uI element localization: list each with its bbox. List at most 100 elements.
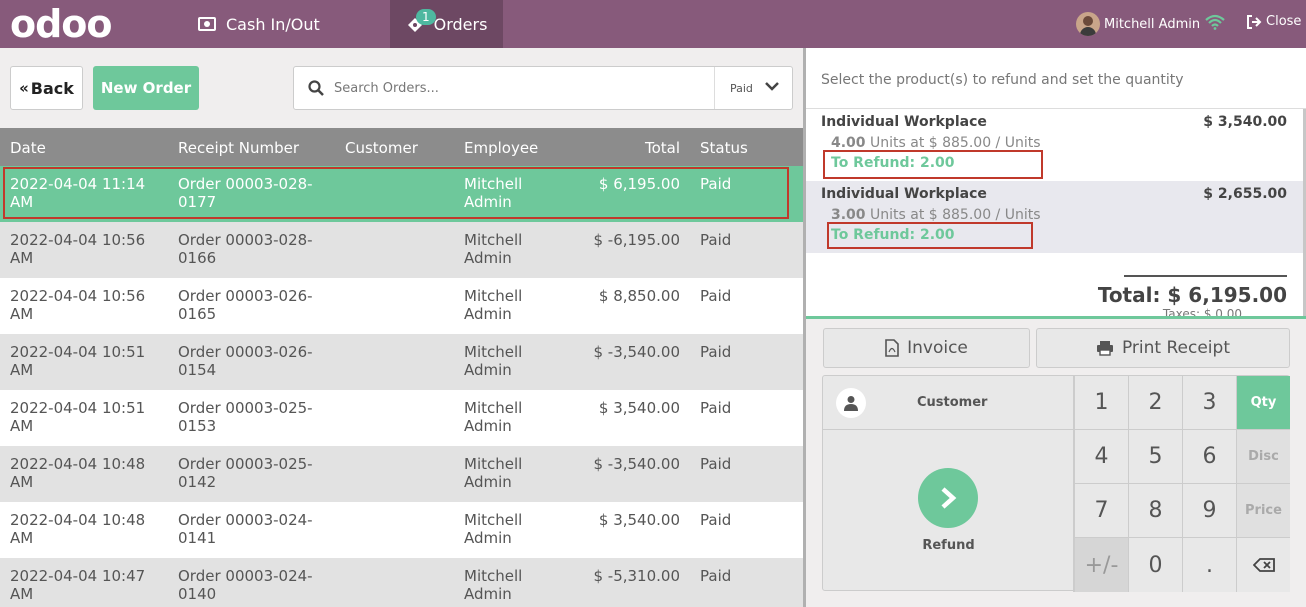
orderline[interactable]: Individual Workplace $ 3,540.00 4.00 Uni… bbox=[806, 109, 1303, 181]
printer-icon bbox=[1096, 340, 1114, 356]
user-name: Mitchell Admin bbox=[1104, 16, 1201, 32]
sign-out-icon bbox=[1246, 14, 1262, 29]
mode-disc-button[interactable]: Disc bbox=[1236, 430, 1290, 484]
orderline-unit-text: Units at $ 885.00 / Units bbox=[870, 135, 1041, 151]
row-employee: Mitchell Admin bbox=[464, 287, 523, 323]
refund-button[interactable]: Refund bbox=[823, 430, 1074, 592]
order-total: Total: $ 6,195.00 bbox=[1097, 283, 1287, 307]
money-icon bbox=[198, 17, 216, 31]
close-button[interactable]: Close bbox=[1246, 14, 1301, 29]
row-total: $ -3,540.00 bbox=[593, 455, 680, 473]
status-filter-select[interactable]: Paid bbox=[714, 67, 793, 109]
orderline-unit-text: Units at $ 885.00 / Units bbox=[870, 207, 1041, 223]
numpad-key-5[interactable]: 5 bbox=[1128, 430, 1182, 484]
wifi-icon bbox=[1205, 14, 1225, 34]
header-receipt: Receipt Number bbox=[178, 139, 300, 157]
status-filter-value: Paid bbox=[730, 81, 753, 95]
close-label: Close bbox=[1266, 14, 1302, 29]
orders-table: Date Receipt Number Customer Employee To… bbox=[0, 128, 803, 607]
numpad-key-9[interactable]: 9 bbox=[1182, 484, 1236, 538]
refund-pane: Select the product(s) to refund and set … bbox=[806, 48, 1306, 607]
header-customer: Customer bbox=[345, 139, 418, 157]
row-total: $ 3,540.00 bbox=[598, 511, 680, 529]
orderline-product: Individual Workplace bbox=[821, 114, 987, 130]
back-label: Back bbox=[30, 78, 74, 98]
header-employee: Employee bbox=[464, 139, 539, 157]
numpad-key-2[interactable]: 2 bbox=[1128, 376, 1182, 430]
numpad-key-3[interactable]: 3 bbox=[1182, 376, 1236, 430]
orderline-price: $ 2,655.00 bbox=[1203, 186, 1287, 202]
header-total: Total bbox=[644, 139, 680, 157]
row-employee: Mitchell Admin bbox=[464, 567, 523, 603]
mode-price-button[interactable]: Price bbox=[1236, 484, 1290, 538]
user-icon bbox=[836, 388, 866, 418]
table-row[interactable]: 2022-04-04 10:51 AM Order 00003-025-0153… bbox=[0, 390, 803, 446]
row-receipt: Order 00003-024-0141 bbox=[178, 511, 313, 547]
orders-button[interactable]: Orders bbox=[390, 0, 503, 48]
mode-qty-button[interactable]: Qty bbox=[1236, 376, 1290, 430]
row-status: Paid bbox=[700, 567, 732, 585]
new-order-button[interactable]: New Order bbox=[93, 66, 199, 110]
table-row[interactable]: 2022-04-04 10:47 AM Order 00003-024-0140… bbox=[0, 558, 803, 607]
row-receipt: Order 00003-028-0166 bbox=[178, 231, 313, 267]
avatar bbox=[1076, 12, 1100, 36]
customer-button[interactable]: Customer bbox=[823, 376, 1074, 430]
row-total: $ -5,310.00 bbox=[593, 567, 680, 585]
table-row[interactable]: 2022-04-04 10:51 AM Order 00003-026-0154… bbox=[0, 334, 803, 390]
table-row[interactable]: 2022-04-04 10:48 AM Order 00003-024-0141… bbox=[0, 502, 803, 558]
invoice-button[interactable]: Invoice bbox=[823, 328, 1030, 368]
backspace-icon bbox=[1252, 558, 1275, 572]
back-button[interactable]: « Back bbox=[10, 66, 83, 110]
numpad-key-6[interactable]: 6 bbox=[1182, 430, 1236, 484]
numpad-key-8[interactable]: 8 bbox=[1128, 484, 1182, 538]
row-status: Paid bbox=[700, 511, 732, 529]
table-row[interactable]: 2022-04-04 10:56 AM Order 00003-026-0165… bbox=[0, 278, 803, 334]
print-receipt-label: Print Receipt bbox=[1121, 338, 1230, 358]
numpad-key-dot[interactable]: . bbox=[1182, 538, 1236, 592]
pdf-file-icon bbox=[885, 339, 899, 357]
row-status: Paid bbox=[700, 343, 732, 361]
backspace-button[interactable] bbox=[1236, 538, 1290, 592]
table-row[interactable]: 2022-04-04 10:56 AM Order 00003-028-0166… bbox=[0, 222, 803, 278]
chevron-right-icon bbox=[918, 468, 978, 528]
chevron-down-icon bbox=[765, 81, 779, 94]
numpad-key-1[interactable]: 1 bbox=[1074, 376, 1128, 430]
row-total: $ 8,850.00 bbox=[598, 287, 680, 305]
search-input[interactable] bbox=[334, 77, 704, 99]
row-status: Paid bbox=[700, 231, 732, 249]
row-status: Paid bbox=[700, 455, 732, 473]
refund-label: Refund bbox=[922, 538, 975, 553]
row-employee: Mitchell Admin bbox=[464, 455, 523, 491]
table-row[interactable]: 2022-04-04 11:14 AM Order 00003-028-0177… bbox=[0, 166, 803, 222]
numpad-key-0[interactable]: 0 bbox=[1128, 538, 1182, 592]
row-date: 2022-04-04 10:47 AM bbox=[10, 567, 146, 603]
row-receipt: Order 00003-026-0154 bbox=[178, 343, 313, 379]
header-date: Date bbox=[10, 139, 46, 157]
refund-lines: Individual Workplace $ 3,540.00 4.00 Uni… bbox=[806, 108, 1306, 316]
orderline-quantity: 3.00 Units at $ 885.00 / Units bbox=[831, 207, 1041, 223]
orders-pane: « Back New Order Paid Date Receipt Numbe… bbox=[0, 48, 803, 607]
row-date: 2022-04-04 10:48 AM bbox=[10, 455, 146, 491]
row-date: 2022-04-04 10:56 AM bbox=[10, 231, 146, 267]
order-taxes: Taxes: $ 0.00 bbox=[1162, 307, 1242, 316]
orderline-price: $ 3,540.00 bbox=[1203, 114, 1287, 130]
row-status: Paid bbox=[700, 399, 732, 417]
orderline-qty-value: 3.00 bbox=[831, 207, 866, 223]
orderline-product: Individual Workplace bbox=[821, 186, 987, 202]
refund-highlight bbox=[823, 150, 1043, 179]
control-pad-area: Invoice Print Receipt Customer Refund 1 … bbox=[806, 316, 1306, 607]
row-total: $ -6,195.00 bbox=[593, 231, 680, 249]
numpad-key-4[interactable]: 4 bbox=[1074, 430, 1128, 484]
orderline[interactable]: Individual Workplace $ 2,655.00 3.00 Uni… bbox=[806, 181, 1303, 253]
numpad-key-plus-minus[interactable]: +/- bbox=[1074, 538, 1128, 592]
user-menu[interactable]: Mitchell Admin bbox=[1076, 12, 1200, 36]
table-row[interactable]: 2022-04-04 10:48 AM Order 00003-025-0142… bbox=[0, 446, 803, 502]
print-receipt-button[interactable]: Print Receipt bbox=[1036, 328, 1290, 368]
orderline-quantity: 4.00 Units at $ 885.00 / Units bbox=[831, 135, 1041, 151]
cash-in-out-button[interactable]: Cash In/Out bbox=[198, 0, 320, 48]
orderline-qty-value: 4.00 bbox=[831, 135, 866, 151]
numpad-key-7[interactable]: 7 bbox=[1074, 484, 1128, 538]
total-separator bbox=[1124, 275, 1287, 277]
selection-highlight bbox=[3, 167, 789, 219]
row-date: 2022-04-04 10:48 AM bbox=[10, 511, 146, 547]
